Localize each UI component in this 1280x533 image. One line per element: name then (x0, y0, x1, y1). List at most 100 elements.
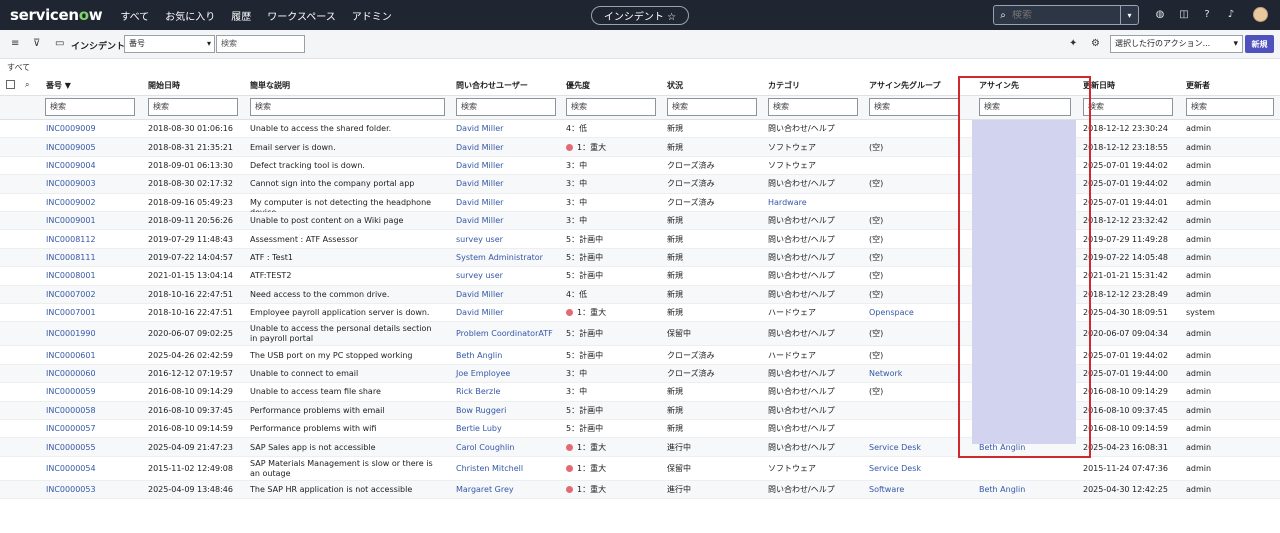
table-row[interactable]: INC0001990 2020-06-07 09:02:25 Unable to a… (0, 322, 1280, 347)
assigned-cell[interactable]: Beth Anglin (979, 485, 1025, 495)
table-row[interactable]: INC0000601 2025-04-26 02:42:59 The USB por… (0, 346, 1280, 365)
filter-icon[interactable]: ⊽ (33, 38, 40, 49)
filter-description[interactable]: 検索 (250, 98, 445, 116)
assigned-cell[interactable]: Beth Anglin (979, 443, 1025, 453)
nav-favorites[interactable]: お気に入り (165, 8, 215, 23)
incident-number[interactable]: INC0009004 (46, 161, 96, 171)
caller-cell[interactable]: Bow Ruggeri (456, 406, 506, 416)
incident-number[interactable]: INC0008111 (46, 253, 96, 263)
table-row[interactable]: INC0000058 2016-08-10 09:37:45 Performance… (0, 401, 1280, 420)
caller-cell[interactable]: David Miller (456, 124, 503, 134)
user-avatar[interactable] (1253, 7, 1268, 22)
table-row[interactable]: INC0008111 2019-07-22 14:04:57 ATF : Test1… (0, 248, 1280, 268)
nav-admin[interactable]: アドミン (352, 8, 392, 23)
table-row[interactable]: INC0000057 2016-08-10 09:14:59 Performance… (0, 420, 1280, 439)
filter-priority[interactable]: 検索 (566, 98, 656, 116)
group-cell[interactable]: Software (869, 485, 904, 495)
bell-icon[interactable]: ♪ (1224, 8, 1238, 22)
col-updated[interactable]: 更新日時 (1083, 80, 1115, 91)
table-row[interactable]: INC0009002 2018-09-16 05:49:23 My computer… (0, 194, 1280, 217)
incident-number[interactable]: INC0000054 (46, 464, 96, 474)
col-updated-by[interactable]: 更新者 (1186, 80, 1210, 91)
incident-number[interactable]: INC0007001 (46, 308, 96, 318)
incident-number[interactable]: INC0009002 (46, 198, 96, 208)
incident-number[interactable]: INC0000601 (46, 351, 96, 361)
incident-number[interactable]: INC0000055 (46, 443, 96, 453)
table-row[interactable]: INC0009009 2018-08-30 01:06:16 Unable to a… (0, 120, 1280, 139)
incident-number[interactable]: INC0009005 (46, 143, 96, 153)
caller-cell[interactable]: Problem CoordinatorATF (456, 329, 553, 339)
table-row[interactable]: INC0000059 2016-08-10 09:14:29 Unable to a… (0, 383, 1280, 402)
nav-workspace[interactable]: ワークスペース (267, 8, 336, 23)
filter-updated[interactable]: 検索 (1083, 98, 1173, 116)
globe-icon[interactable]: ◍ (1153, 8, 1167, 22)
table-row[interactable]: INC0000053 2025-04-09 13:48:46 The SAP HR … (0, 480, 1280, 500)
table-row[interactable]: INC0000060 2016-12-12 07:19:57 Unable to c… (0, 364, 1280, 384)
table-row[interactable]: INC0000054 2015-11-02 12:49:08 SAP Materia… (0, 457, 1280, 481)
table-row[interactable]: INC0009003 2018-08-30 02:17:32 Cannot sign… (0, 175, 1280, 194)
col-state[interactable]: 状況 (667, 80, 683, 91)
caller-cell[interactable]: David Miller (456, 198, 503, 208)
filter-assignment-group[interactable]: 検索 (869, 98, 959, 116)
nav-history[interactable]: 履歴 (231, 8, 251, 23)
table-row[interactable]: INC0008112 2019-07-29 11:48:43 Assessment … (0, 230, 1280, 249)
incident-number[interactable]: INC0008112 (46, 235, 96, 245)
chevron-down-icon[interactable]: ▾ (1120, 6, 1138, 24)
table-row[interactable]: INC0009001 2018-09-11 20:56:26 Unable to p… (0, 212, 1280, 231)
search-icon[interactable]: ⌕ (25, 80, 29, 90)
group-cell[interactable]: Service Desk (869, 464, 921, 474)
caller-cell[interactable]: Bertie Luby (456, 424, 502, 434)
col-category[interactable]: カテゴリ (768, 80, 800, 91)
list-icon[interactable]: ▭ (55, 38, 64, 49)
incident-number[interactable]: INC0001990 (46, 329, 96, 339)
incident-number[interactable]: INC0000058 (46, 406, 96, 416)
caller-cell[interactable]: David Miller (456, 290, 503, 300)
hamburger-icon[interactable]: ≡ (11, 38, 19, 49)
nav-all[interactable]: すべて (120, 8, 149, 23)
col-description[interactable]: 簡単な説明 (250, 80, 290, 91)
caller-cell[interactable]: David Miller (456, 143, 503, 153)
filter-number[interactable]: 検索 (45, 98, 135, 116)
search-field-select[interactable]: 番号 (124, 35, 215, 53)
table-row[interactable]: INC0008001 2021-01-15 13:04:14 ATF:TEST2 su… (0, 267, 1280, 286)
caller-cell[interactable]: David Miller (456, 161, 503, 171)
gear-icon[interactable]: ⚙ (1091, 38, 1100, 49)
filter-category[interactable]: 検索 (768, 98, 858, 116)
incident-number[interactable]: INC0000053 (46, 485, 96, 495)
col-number[interactable]: 番号 ▼ (46, 80, 71, 91)
caller-cell[interactable]: Christen Mitchell (456, 464, 523, 474)
table-row[interactable]: INC0007002 2018-10-16 22:47:51 Need access… (0, 285, 1280, 304)
caller-cell[interactable]: System Administrator (456, 253, 543, 263)
group-cell[interactable]: Openspace (869, 308, 914, 318)
caller-cell[interactable]: Margaret Grey (456, 485, 514, 495)
incident-number[interactable]: INC0009009 (46, 124, 96, 134)
caller-cell[interactable]: Rick Berzle (456, 387, 500, 397)
caller-cell[interactable]: David Miller (456, 308, 503, 318)
col-assignment-group[interactable]: アサイン先グループ (869, 80, 941, 91)
incident-number[interactable]: INC0000057 (46, 424, 96, 434)
col-assigned-to[interactable]: アサイン先 (979, 80, 1019, 91)
global-search-input[interactable] (1012, 9, 1112, 21)
servicenow-logo[interactable]: servicenow (10, 6, 103, 24)
filter-assigned-to[interactable]: 検索 (979, 98, 1071, 116)
caller-cell[interactable]: Joe Employee (456, 369, 510, 379)
help-icon[interactable]: ? (1200, 8, 1214, 22)
incident-number[interactable]: INC0009001 (46, 216, 96, 226)
table-row[interactable]: INC0009005 2018-08-31 21:35:21 Email serve… (0, 138, 1280, 157)
table-row[interactable]: INC0000055 2025-04-09 21:47:23 SAP Sales a… (0, 438, 1280, 457)
filter-state[interactable]: 検索 (667, 98, 757, 116)
incident-number[interactable]: INC0000059 (46, 387, 96, 397)
incident-number[interactable]: INC0008001 (46, 271, 96, 281)
caller-cell[interactable]: David Miller (456, 179, 503, 189)
breadcrumb[interactable]: すべて (7, 62, 30, 73)
row-action-select[interactable]: 選択した行のアクション... (1110, 35, 1243, 53)
incident-number[interactable]: INC0009003 (46, 179, 96, 189)
caller-cell[interactable]: survey user (456, 235, 503, 245)
caller-cell[interactable]: Beth Anglin (456, 351, 502, 361)
incident-number[interactable]: INC0007002 (46, 290, 96, 300)
filter-caller[interactable]: 検索 (456, 98, 556, 116)
caller-cell[interactable]: survey user (456, 271, 503, 281)
group-cell[interactable]: Service Desk (869, 443, 921, 453)
global-search[interactable]: ⌕ ▾ (993, 5, 1139, 25)
caller-cell[interactable]: Carol Coughlin (456, 443, 514, 453)
